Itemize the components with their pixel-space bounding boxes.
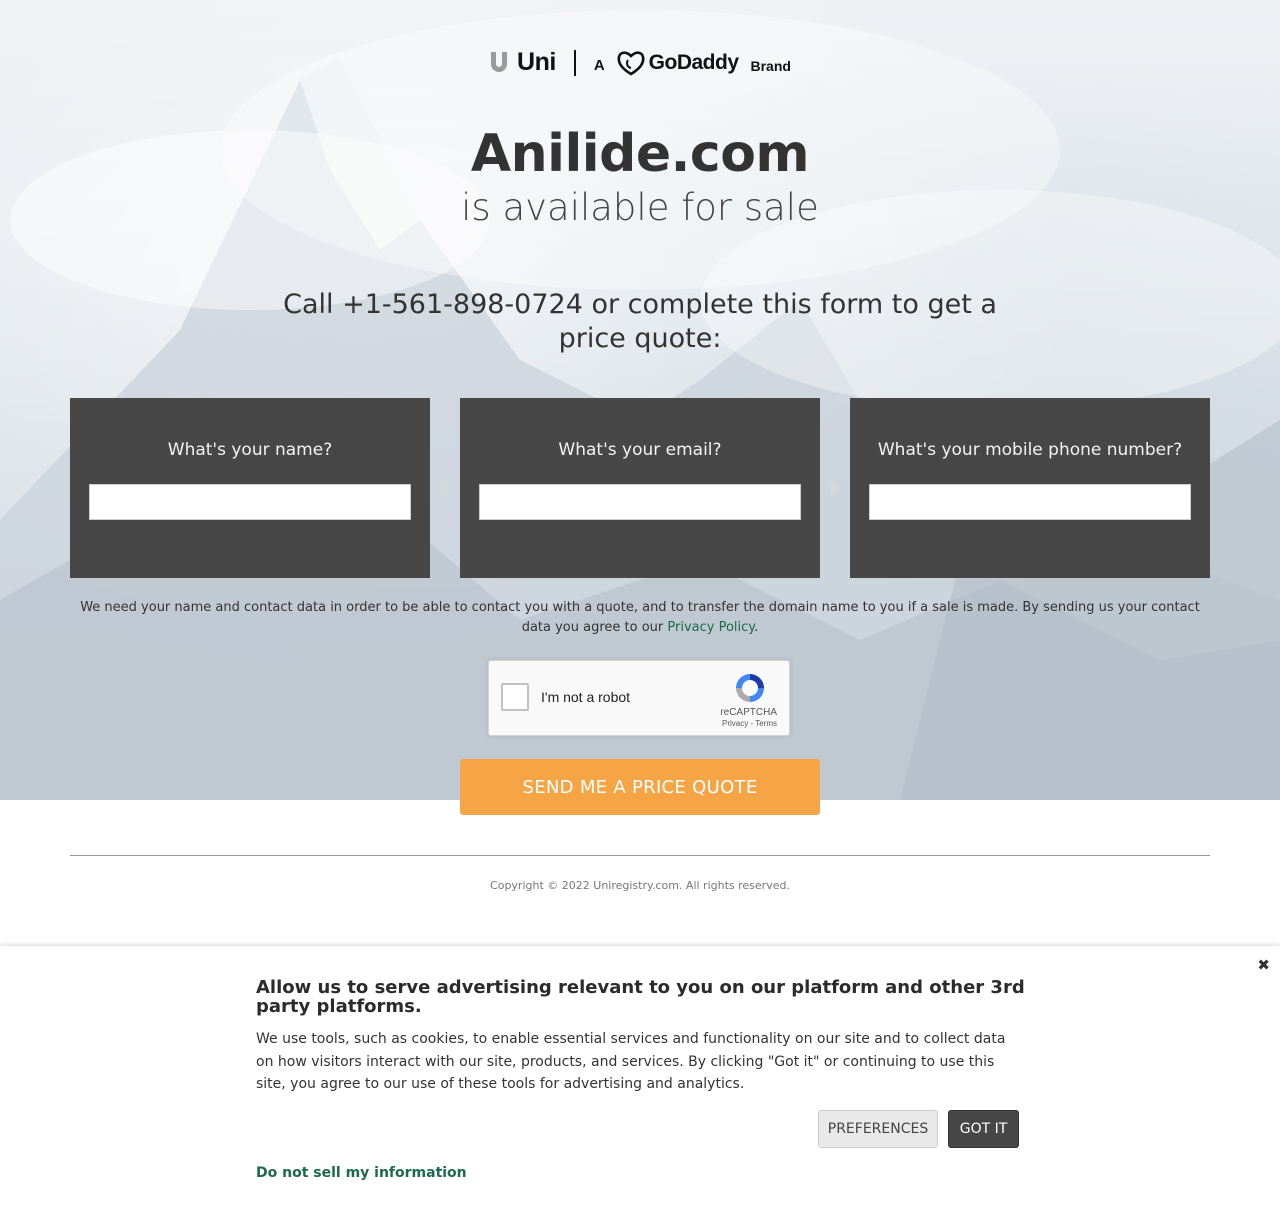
godaddy-heart-icon [617,50,645,76]
uni-logo-text: Uni [517,48,556,76]
recaptcha-label: I'm not a robot [541,689,631,705]
email-input[interactable] [479,484,801,520]
uni-logo: Uni [489,48,556,77]
logo-brand-text: Brand [750,57,791,74]
phone-input[interactable] [869,484,1191,520]
got-it-button[interactable]: GOT IT [948,1110,1019,1148]
recaptcha-widget: I'm not a robot reCAPTCHA Privacy - Term… [488,660,790,736]
do-not-sell-link[interactable]: Do not sell my information [256,1165,467,1181]
disclaimer-period: . [754,620,759,635]
godaddy-logo-text: GoDaddy [648,50,739,74]
recaptcha-logo-icon [736,674,764,702]
email-form-box: What's your email? [460,398,820,578]
phone-label: What's your mobile phone number? [877,440,1183,460]
send-quote-button[interactable]: SEND ME A PRICE QUOTE [460,759,820,815]
privacy-policy-link[interactable]: Privacy Policy [667,620,754,635]
godaddy-logo: GoDaddy [617,50,739,76]
cookie-consent-banner: ✖ Allow us to serve advertising relevant… [0,946,1280,1205]
footer-divider [70,855,1210,856]
recaptcha-brand: reCAPTCHA [720,707,777,718]
recaptcha-checkbox[interactable] [501,683,529,711]
brand-logo: Uni A GoDaddy Brand [0,48,1280,77]
domain-title: Anilide.com [470,124,810,184]
preferences-button[interactable]: PREFERENCES [818,1110,938,1148]
consent-body: We use tools, such as cookies, to enable… [256,1031,1006,1092]
name-label: What's your name? [167,440,333,460]
phone-form-box: What's your mobile phone number? [850,398,1210,578]
privacy-disclaimer: We need your name and contact data in or… [70,598,1210,638]
consent-title: Allow us to serve advertising relevant t… [256,977,1025,1017]
uni-u-icon [491,51,508,72]
logo-a-text: A [593,57,605,74]
step-arrow-icon [830,478,840,498]
name-form-box: What's your name? [70,398,430,578]
call-instructions: Call +1-561-898-0724 or complete this fo… [283,289,997,354]
email-label: What's your email? [558,440,722,460]
recaptcha-links[interactable]: Privacy - Terms [722,719,777,728]
logo-divider [573,49,576,76]
disclaimer-text: We need your name and contact data in or… [80,600,1200,635]
name-input[interactable] [89,484,411,520]
copyright-text: Copyright © 2022 Uniregistry.com. All ri… [490,879,790,892]
close-icon[interactable]: ✖ [1257,956,1270,974]
step-arrow-icon [440,478,450,498]
sale-subtitle: is available for sale [461,186,819,229]
